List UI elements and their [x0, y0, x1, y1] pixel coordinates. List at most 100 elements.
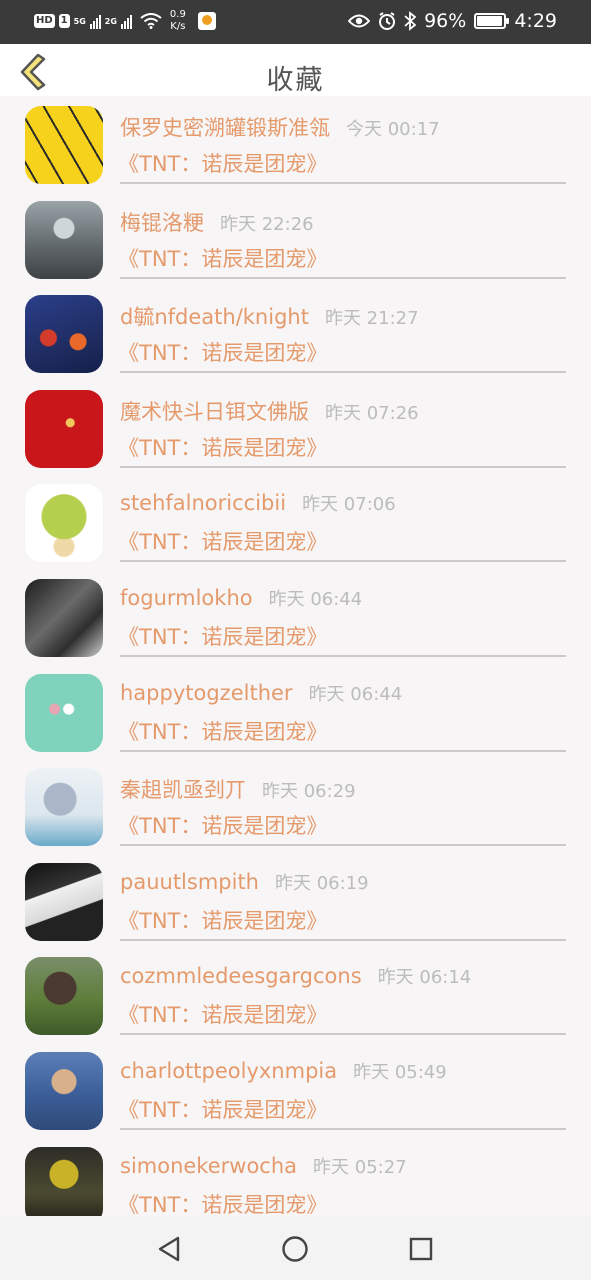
status-left: HD 1 5G 2G 0.9 K/s	[34, 9, 216, 33]
list-item[interactable]: charlottpeolyxnmpia 昨天 05:49 《TNT：诺辰是团宠》	[0, 1042, 591, 1137]
net-5g-label: 5G	[73, 16, 86, 26]
name-line: 保罗史密溯罐锻斯准瓴 今天 00:17	[120, 112, 440, 142]
home-circle-icon[interactable]	[280, 1234, 310, 1264]
list-item[interactable]: 魔术快斗日铒文佛版 昨天 07:26 《TNT：诺辰是团宠》	[0, 380, 591, 475]
network-speed: 0.9 K/s	[170, 9, 186, 33]
battery-percent: 96%	[424, 10, 467, 32]
book-title[interactable]: 《TNT：诺辰是团宠》	[118, 1094, 327, 1124]
book-title[interactable]: 《TNT：诺辰是团宠》	[118, 905, 327, 935]
bluetooth-icon	[404, 11, 417, 31]
divider	[120, 938, 566, 941]
name-line: cozmmledeesgargcons 昨天 06:14	[120, 963, 471, 989]
avatar[interactable]	[25, 484, 103, 563]
list-item[interactable]: stehfalnoriccibii 昨天 07:06 《TNT：诺辰是团宠》	[0, 474, 591, 569]
list-item[interactable]: 秦趄凯亟刭丌 昨天 06:29 《TNT：诺辰是团宠》	[0, 758, 591, 853]
divider	[120, 1128, 566, 1130]
divider	[120, 465, 566, 468]
username[interactable]: charlottpeolyxnmpia	[120, 1059, 337, 1083]
timestamp: 昨天 07:26	[325, 402, 419, 424]
username[interactable]: 梅锟洛粳	[120, 207, 204, 237]
list-item[interactable]: happytogzelther 昨天 06:44 《TNT：诺辰是团宠》	[0, 664, 591, 759]
divider	[120, 276, 566, 279]
list-item[interactable]: 梅锟洛粳 昨天 22:26 《TNT：诺辰是团宠》	[0, 191, 591, 286]
status-time: 4:29	[514, 10, 557, 32]
alarm-icon	[379, 12, 396, 30]
list-item[interactable]: pauutlsmpith 昨天 06:19 《TNT：诺辰是团宠》	[0, 853, 591, 948]
book-title[interactable]: 《TNT：诺辰是团宠》	[118, 337, 327, 367]
name-line: charlottpeolyxnmpia 昨天 05:49	[120, 1058, 447, 1084]
username[interactable]: stehfalnoriccibii	[120, 491, 286, 515]
name-line: fogurmlokho 昨天 06:44	[120, 585, 362, 611]
username[interactable]: 保罗史密溯罐锻斯准瓴	[120, 112, 330, 142]
signal-5g-icon	[89, 13, 101, 29]
avatar[interactable]	[25, 1146, 103, 1216]
username[interactable]: simonekerwocha	[120, 1154, 297, 1178]
timestamp: 昨天 06:29	[262, 781, 356, 803]
list-item[interactable]: cozmmledeesgargcons 昨天 06:14 《TNT：诺辰是团宠》	[0, 947, 591, 1042]
timestamp: 昨天 21:27	[324, 308, 419, 330]
recents-square-icon[interactable]	[406, 1234, 436, 1264]
sim-badge: 1	[58, 14, 70, 28]
avatar[interactable]	[25, 768, 103, 847]
username[interactable]: pauutlsmpith	[120, 870, 259, 894]
name-line: 秦趄凯亟刭丌 昨天 06:29	[120, 774, 356, 804]
username[interactable]: happytogzelther	[120, 681, 293, 705]
book-title[interactable]: 《TNT：诺辰是团宠》	[118, 716, 327, 746]
avatar[interactable]	[25, 106, 103, 184]
name-line: stehfalnoriccibii 昨天 07:06	[120, 490, 396, 516]
status-right: 96% 4:29	[348, 10, 557, 32]
username[interactable]: 秦趄凯亟刭丌	[120, 774, 246, 804]
username[interactable]: cozmmledeesgargcons	[120, 964, 362, 988]
book-title[interactable]: 《TNT：诺辰是团宠》	[118, 148, 327, 178]
name-line: simonekerwocha 昨天 05:27	[120, 1153, 407, 1179]
avatar[interactable]	[25, 389, 103, 468]
speed-value: 0.9	[169, 9, 186, 20]
timestamp: 昨天 05:49	[353, 1062, 447, 1083]
avatar[interactable]	[25, 579, 103, 657]
timestamp: 昨天 06:19	[275, 872, 369, 894]
username[interactable]: d毓nfdeath/knight	[120, 301, 309, 331]
avatar[interactable]	[25, 673, 103, 752]
book-title[interactable]: 《TNT：诺辰是团宠》	[118, 526, 327, 556]
back-triangle-icon[interactable]	[154, 1234, 184, 1264]
list-item[interactable]: d毓nfdeath/knight 昨天 21:27 《TNT：诺辰是团宠》	[0, 285, 591, 380]
timestamp: 今天 00:17	[346, 119, 440, 140]
page-title: 收藏	[266, 65, 325, 96]
name-line: happytogzelther 昨天 06:44	[120, 680, 402, 706]
avatar[interactable]	[25, 295, 103, 374]
name-line: d毓nfdeath/knight 昨天 21:27	[120, 301, 419, 331]
timestamp: 昨天 07:06	[302, 494, 396, 516]
divider	[120, 749, 566, 752]
list-item[interactable]: fogurmlokho 昨天 06:44 《TNT：诺辰是团宠》	[0, 569, 591, 664]
wifi-icon	[140, 13, 162, 29]
divider	[120, 1033, 566, 1036]
username[interactable]: 魔术快斗日铒文佛版	[120, 396, 309, 426]
timestamp: 昨天 06:14	[377, 967, 472, 989]
book-title[interactable]: 《TNT：诺辰是团宠》	[118, 999, 327, 1029]
list-item[interactable]: 保罗史密溯罐锻斯准瓴 今天 00:17 《TNT：诺辰是团宠》	[0, 96, 591, 191]
book-title[interactable]: 《TNT：诺辰是团宠》	[118, 243, 327, 273]
net-2g-label: 2G	[104, 16, 117, 26]
favorites-list[interactable]: 保罗史密溯罐锻斯准瓴 今天 00:17 《TNT：诺辰是团宠》 梅锟洛粳 昨天 22:2…	[0, 96, 591, 1216]
signal-2g-icon	[120, 13, 132, 29]
book-title[interactable]: 《TNT：诺辰是团宠》	[118, 810, 327, 840]
timestamp: 昨天 06:44	[308, 683, 403, 705]
book-title[interactable]: 《TNT：诺辰是团宠》	[118, 621, 327, 651]
battery-icon	[474, 13, 510, 29]
avatar[interactable]	[25, 1052, 103, 1130]
book-title[interactable]: 《TNT：诺辰是团宠》	[118, 432, 327, 462]
name-line: 魔术快斗日铒文佛版 昨天 07:26	[120, 396, 419, 426]
speed-unit: K/s	[170, 21, 186, 32]
book-title[interactable]: 《TNT：诺辰是团宠》	[118, 1189, 327, 1216]
app-notification-icon	[197, 12, 216, 30]
eye-icon	[348, 14, 371, 28]
username[interactable]: fogurmlokho	[120, 586, 253, 610]
divider	[120, 655, 566, 657]
avatar[interactable]	[25, 957, 103, 1036]
timestamp: 昨天 05:27	[313, 1156, 407, 1178]
timestamp: 昨天 06:44	[268, 589, 363, 610]
list-item[interactable]: simonekerwocha 昨天 05:27 《TNT：诺辰是团宠》	[0, 1137, 591, 1216]
avatar[interactable]	[25, 862, 103, 941]
app-header: 收藏	[0, 44, 591, 96]
avatar[interactable]	[25, 200, 103, 279]
